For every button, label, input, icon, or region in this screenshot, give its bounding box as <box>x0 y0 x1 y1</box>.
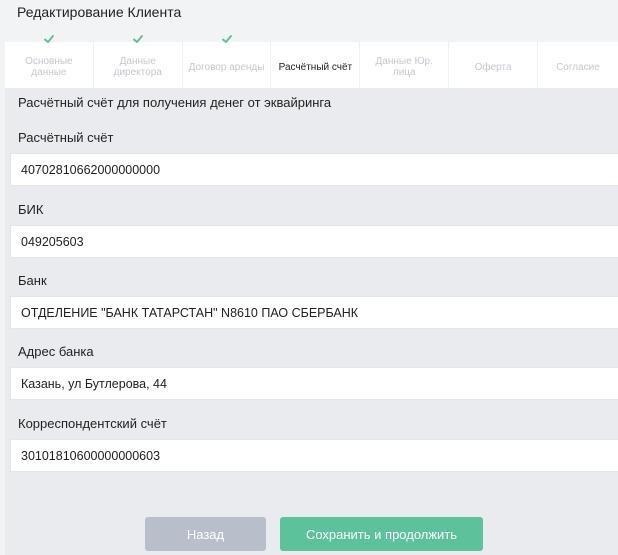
page-title: Редактирование Клиента <box>17 4 182 20</box>
bank-address-field[interactable]: Казань, ул Бутлерова, 44 <box>10 367 618 400</box>
bik-label: БИК <box>18 202 44 217</box>
tab-settlement-account[interactable]: Расчётный счёт <box>271 42 361 88</box>
tab-label: Расчётный счёт <box>278 61 353 73</box>
tab-label: Основные данные <box>25 56 73 78</box>
settlement-account-field[interactable]: 40702810662000000000 <box>10 153 618 186</box>
check-icon <box>43 35 54 43</box>
tab-label: Данные директора <box>113 56 162 78</box>
back-button[interactable]: Назад <box>145 517 266 551</box>
tab-lease-agreement[interactable]: Договор аренды <box>183 35 272 88</box>
bank-label: Банк <box>18 273 47 288</box>
tab-label: Оферта <box>474 61 512 73</box>
tab-basic-info[interactable]: Основные данные <box>5 35 94 88</box>
tab-label: Данные Юр. лица <box>375 56 433 78</box>
tab-legal-entity-data[interactable]: Данные Юр. лица <box>360 42 450 88</box>
form-panel: Расчётный счёт для получения денег от эк… <box>5 88 618 555</box>
tab-offer[interactable]: Оферта <box>449 42 538 88</box>
bik-field[interactable]: 049205603 <box>10 225 618 258</box>
tab-label: Договор аренды <box>188 61 265 73</box>
wizard-tabs: Основные данные Данные директора Договор… <box>5 35 618 88</box>
tab-label: Согласие <box>556 61 600 73</box>
section-title: Расчётный счёт для получения денег от эк… <box>18 95 332 110</box>
correspondent-account-field[interactable]: 30101810600000000603 <box>10 439 618 472</box>
tab-consent[interactable]: Согласие <box>538 42 618 88</box>
correspondent-account-label: Корреспондентский счёт <box>18 416 167 431</box>
check-icon <box>132 35 143 43</box>
save-and-continue-button[interactable]: Сохранить и продолжить <box>280 517 483 551</box>
bank-address-label: Адрес банка <box>18 344 94 359</box>
settlement-account-label: Расчётный счёт <box>18 130 114 145</box>
bank-field[interactable]: ОТДЕЛЕНИЕ "БАНК ТАТАРСТАН" N8610 ПАО СБЕ… <box>10 296 618 329</box>
check-icon <box>221 35 232 43</box>
tab-director-data[interactable]: Данные директора <box>94 35 183 88</box>
